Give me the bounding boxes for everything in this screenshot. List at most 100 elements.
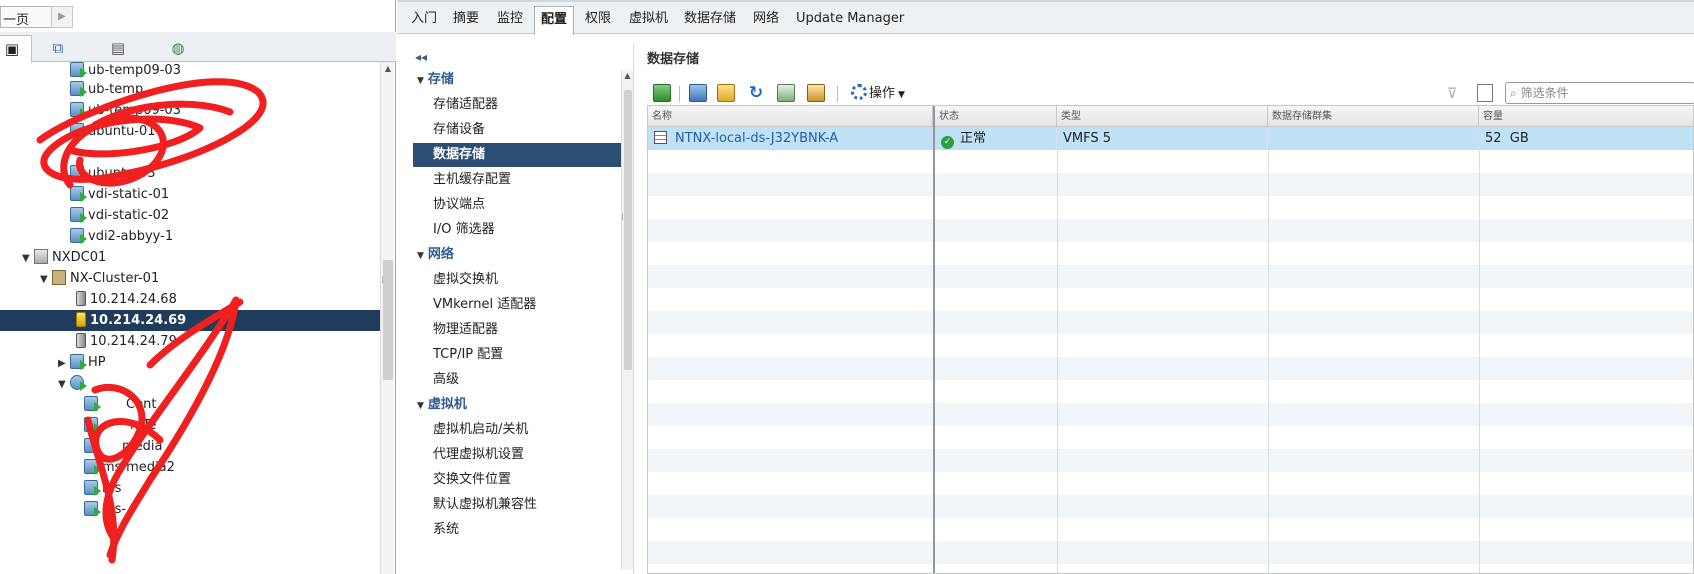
cell-capacity: 52 GB bbox=[1485, 131, 1529, 146]
subnav-item[interactable]: TCP/IP 配置 bbox=[413, 343, 621, 367]
collapse-icon[interactable]: ◂◂ bbox=[415, 50, 427, 64]
vm-icon bbox=[70, 123, 87, 139]
empty-row bbox=[648, 334, 1693, 357]
column-header-status[interactable]: 状态 bbox=[935, 106, 1057, 127]
tree-item[interactable]: ms- bbox=[84, 499, 126, 520]
expand-arrow-icon[interactable]: ▼ bbox=[40, 269, 52, 290]
export-icon[interactable] bbox=[1477, 84, 1493, 102]
column-header-name[interactable]: 名称 bbox=[648, 106, 933, 127]
forward-arrow-icon[interactable]: ▶ bbox=[51, 6, 73, 28]
tab-update-manager[interactable]: Update Manager bbox=[790, 6, 910, 32]
tree-item-host[interactable]: 10.214.24.68 bbox=[64, 289, 177, 310]
tree-item[interactable]: ubuntu-01 bbox=[58, 121, 156, 142]
scroll-up-icon[interactable]: ▲ bbox=[622, 70, 633, 82]
empty-row bbox=[648, 541, 1693, 564]
subnav-item[interactable]: I/O 筛选器 bbox=[413, 218, 621, 242]
expand-arrow-icon: ▼ bbox=[417, 76, 424, 86]
datastore-table: 名称 状态 类型 数据存储群集 容量 NTNX-local-ds-J32YBNK… bbox=[647, 105, 1694, 574]
vm-icon bbox=[84, 501, 101, 517]
empty-row bbox=[648, 426, 1693, 449]
tab-permissions[interactable]: 权限 bbox=[579, 6, 617, 32]
subnav-item[interactable]: 物理适配器 bbox=[413, 318, 621, 342]
subnav-item[interactable]: 高级 bbox=[413, 368, 621, 392]
tree-item[interactable]: Cent bbox=[84, 394, 156, 415]
vm-icon bbox=[70, 81, 87, 97]
subnav-group-network[interactable]: ▼ 网络 bbox=[413, 243, 621, 267]
tree-item[interactable]: ▶ HP bbox=[58, 352, 106, 373]
scroll-thumb[interactable] bbox=[383, 260, 393, 380]
tab-summary[interactable]: 摘要 bbox=[447, 6, 485, 32]
tab-vms[interactable]: 虚拟机 bbox=[623, 6, 674, 32]
tree-item[interactable]: vdi-static-01 bbox=[58, 184, 169, 205]
subnav-item[interactable]: 协议端点 bbox=[413, 193, 621, 217]
subnav-item[interactable]: 代理虚拟机设置 bbox=[413, 443, 621, 467]
subnav-item[interactable]: 主机缓存配置 bbox=[413, 168, 621, 192]
hosts-clusters-tab[interactable]: ▣ bbox=[0, 35, 32, 63]
subnav-item[interactable]: 交换文件位置 bbox=[413, 468, 621, 492]
tab-getting-started[interactable]: 入门 bbox=[405, 6, 443, 32]
tree-item-host-selected[interactable]: 10.214.24.69 bbox=[0, 310, 380, 331]
filter-icon[interactable]: ⊽ bbox=[1447, 86, 1457, 102]
expand-arrow-icon[interactable]: ▶ bbox=[58, 353, 70, 374]
settings-icon[interactable] bbox=[807, 84, 825, 102]
column-header-type[interactable]: 类型 bbox=[1057, 106, 1268, 127]
tab-monitor[interactable]: 监控 bbox=[491, 6, 529, 32]
tree-scrollbar[interactable]: ▲ bbox=[380, 62, 394, 574]
tab-networks[interactable]: 网络 bbox=[747, 6, 785, 32]
vm-icon bbox=[70, 165, 87, 181]
subnav-scrollbar[interactable]: ▲ bbox=[621, 70, 633, 570]
subnav-item[interactable]: 系统 bbox=[413, 518, 621, 542]
column-header-capacity[interactable]: 容量 bbox=[1479, 106, 1693, 127]
tree-item[interactable]: ub-temp bbox=[58, 79, 143, 100]
subnav-group-storage[interactable]: ▼ 存储 bbox=[413, 68, 621, 92]
tree-item-host[interactable]: 10.214.24.79 bbox=[64, 331, 177, 352]
increase-capacity-icon[interactable] bbox=[777, 84, 795, 102]
tree-item-datacenter[interactable]: ▼ NXDC01 bbox=[22, 247, 106, 268]
actions-menu-button[interactable]: 操作 ▼ bbox=[851, 84, 905, 104]
network-tab[interactable]: ◍ bbox=[158, 35, 198, 61]
empty-row bbox=[648, 150, 1693, 173]
subnav-item[interactable]: VMkernel 适配器 bbox=[413, 293, 621, 317]
scroll-up-icon[interactable]: ▲ bbox=[381, 62, 395, 76]
tree-item[interactable]: vdi2-abbyy-1 bbox=[58, 226, 173, 247]
subnav-item-selected[interactable]: 数据存储 bbox=[413, 143, 621, 167]
column-divider[interactable] bbox=[933, 106, 935, 573]
expand-arrow-icon[interactable]: ▼ bbox=[22, 248, 34, 269]
filter-input[interactable]: ⌕ 筛选条件 bbox=[1505, 82, 1694, 104]
register-vm-icon[interactable] bbox=[689, 84, 707, 102]
cell-name[interactable]: NTNX-local-ds-J32YBNK-A bbox=[648, 127, 933, 150]
tree-item[interactable]: mTe bbox=[84, 415, 156, 436]
inventory-tabs: ▣ ⧉ ▤ ◍ bbox=[0, 32, 396, 63]
tab-configure[interactable]: 配置 bbox=[534, 6, 575, 35]
subnav-item[interactable]: 虚拟机启动/关机 bbox=[413, 418, 621, 442]
tree-item[interactable]: ms-media2 bbox=[84, 457, 175, 478]
subnav-item[interactable]: 存储设备 bbox=[413, 118, 621, 142]
column-divider bbox=[1057, 127, 1058, 573]
vms-templates-tab[interactable]: ⧉ bbox=[38, 35, 78, 61]
storage-tab[interactable]: ▤ bbox=[98, 35, 138, 61]
tree-item-resource-pool[interactable]: ▼ bbox=[58, 373, 88, 394]
empty-row bbox=[648, 380, 1693, 403]
splitter-grip-icon[interactable]: ⁞ bbox=[621, 212, 624, 223]
vm-icon bbox=[70, 354, 87, 370]
tree-item[interactable]: vdi-static-02 bbox=[58, 205, 169, 226]
browse-files-icon[interactable] bbox=[717, 84, 735, 102]
tree-item[interactable]: ub-temp09-03 bbox=[58, 100, 181, 121]
scroll-thumb[interactable] bbox=[624, 90, 632, 370]
splitter-grip-icon[interactable]: ⁞ bbox=[381, 275, 384, 286]
tree-item-cluster[interactable]: ▼ NX-Cluster-01 bbox=[40, 268, 159, 289]
tree-item[interactable]: ubuntu-03 bbox=[58, 163, 156, 184]
tree-item[interactable]: ms bbox=[84, 478, 121, 499]
refresh-icon[interactable]: ↻ bbox=[747, 84, 765, 102]
column-header-cluster[interactable]: 数据存储群集 bbox=[1268, 106, 1479, 127]
subnav-item[interactable]: 默认虚拟机兼容性 bbox=[413, 493, 621, 517]
table-row[interactable]: NTNX-local-ds-J32YBNK-A ✓ 正常 VMFS 5 52 GB bbox=[648, 127, 1693, 150]
expand-arrow-icon[interactable]: ▼ bbox=[58, 374, 70, 395]
page-title: 数据存储 bbox=[647, 52, 700, 67]
tab-datastores[interactable]: 数据存储 bbox=[678, 6, 742, 32]
subnav-item[interactable]: 存储适配器 bbox=[413, 93, 621, 117]
tree-item[interactable]: media bbox=[84, 436, 163, 457]
subnav-group-vm[interactable]: ▼ 虚拟机 bbox=[413, 393, 621, 417]
subnav-item[interactable]: 虚拟交换机 bbox=[413, 268, 621, 292]
new-datastore-icon[interactable] bbox=[653, 84, 671, 102]
